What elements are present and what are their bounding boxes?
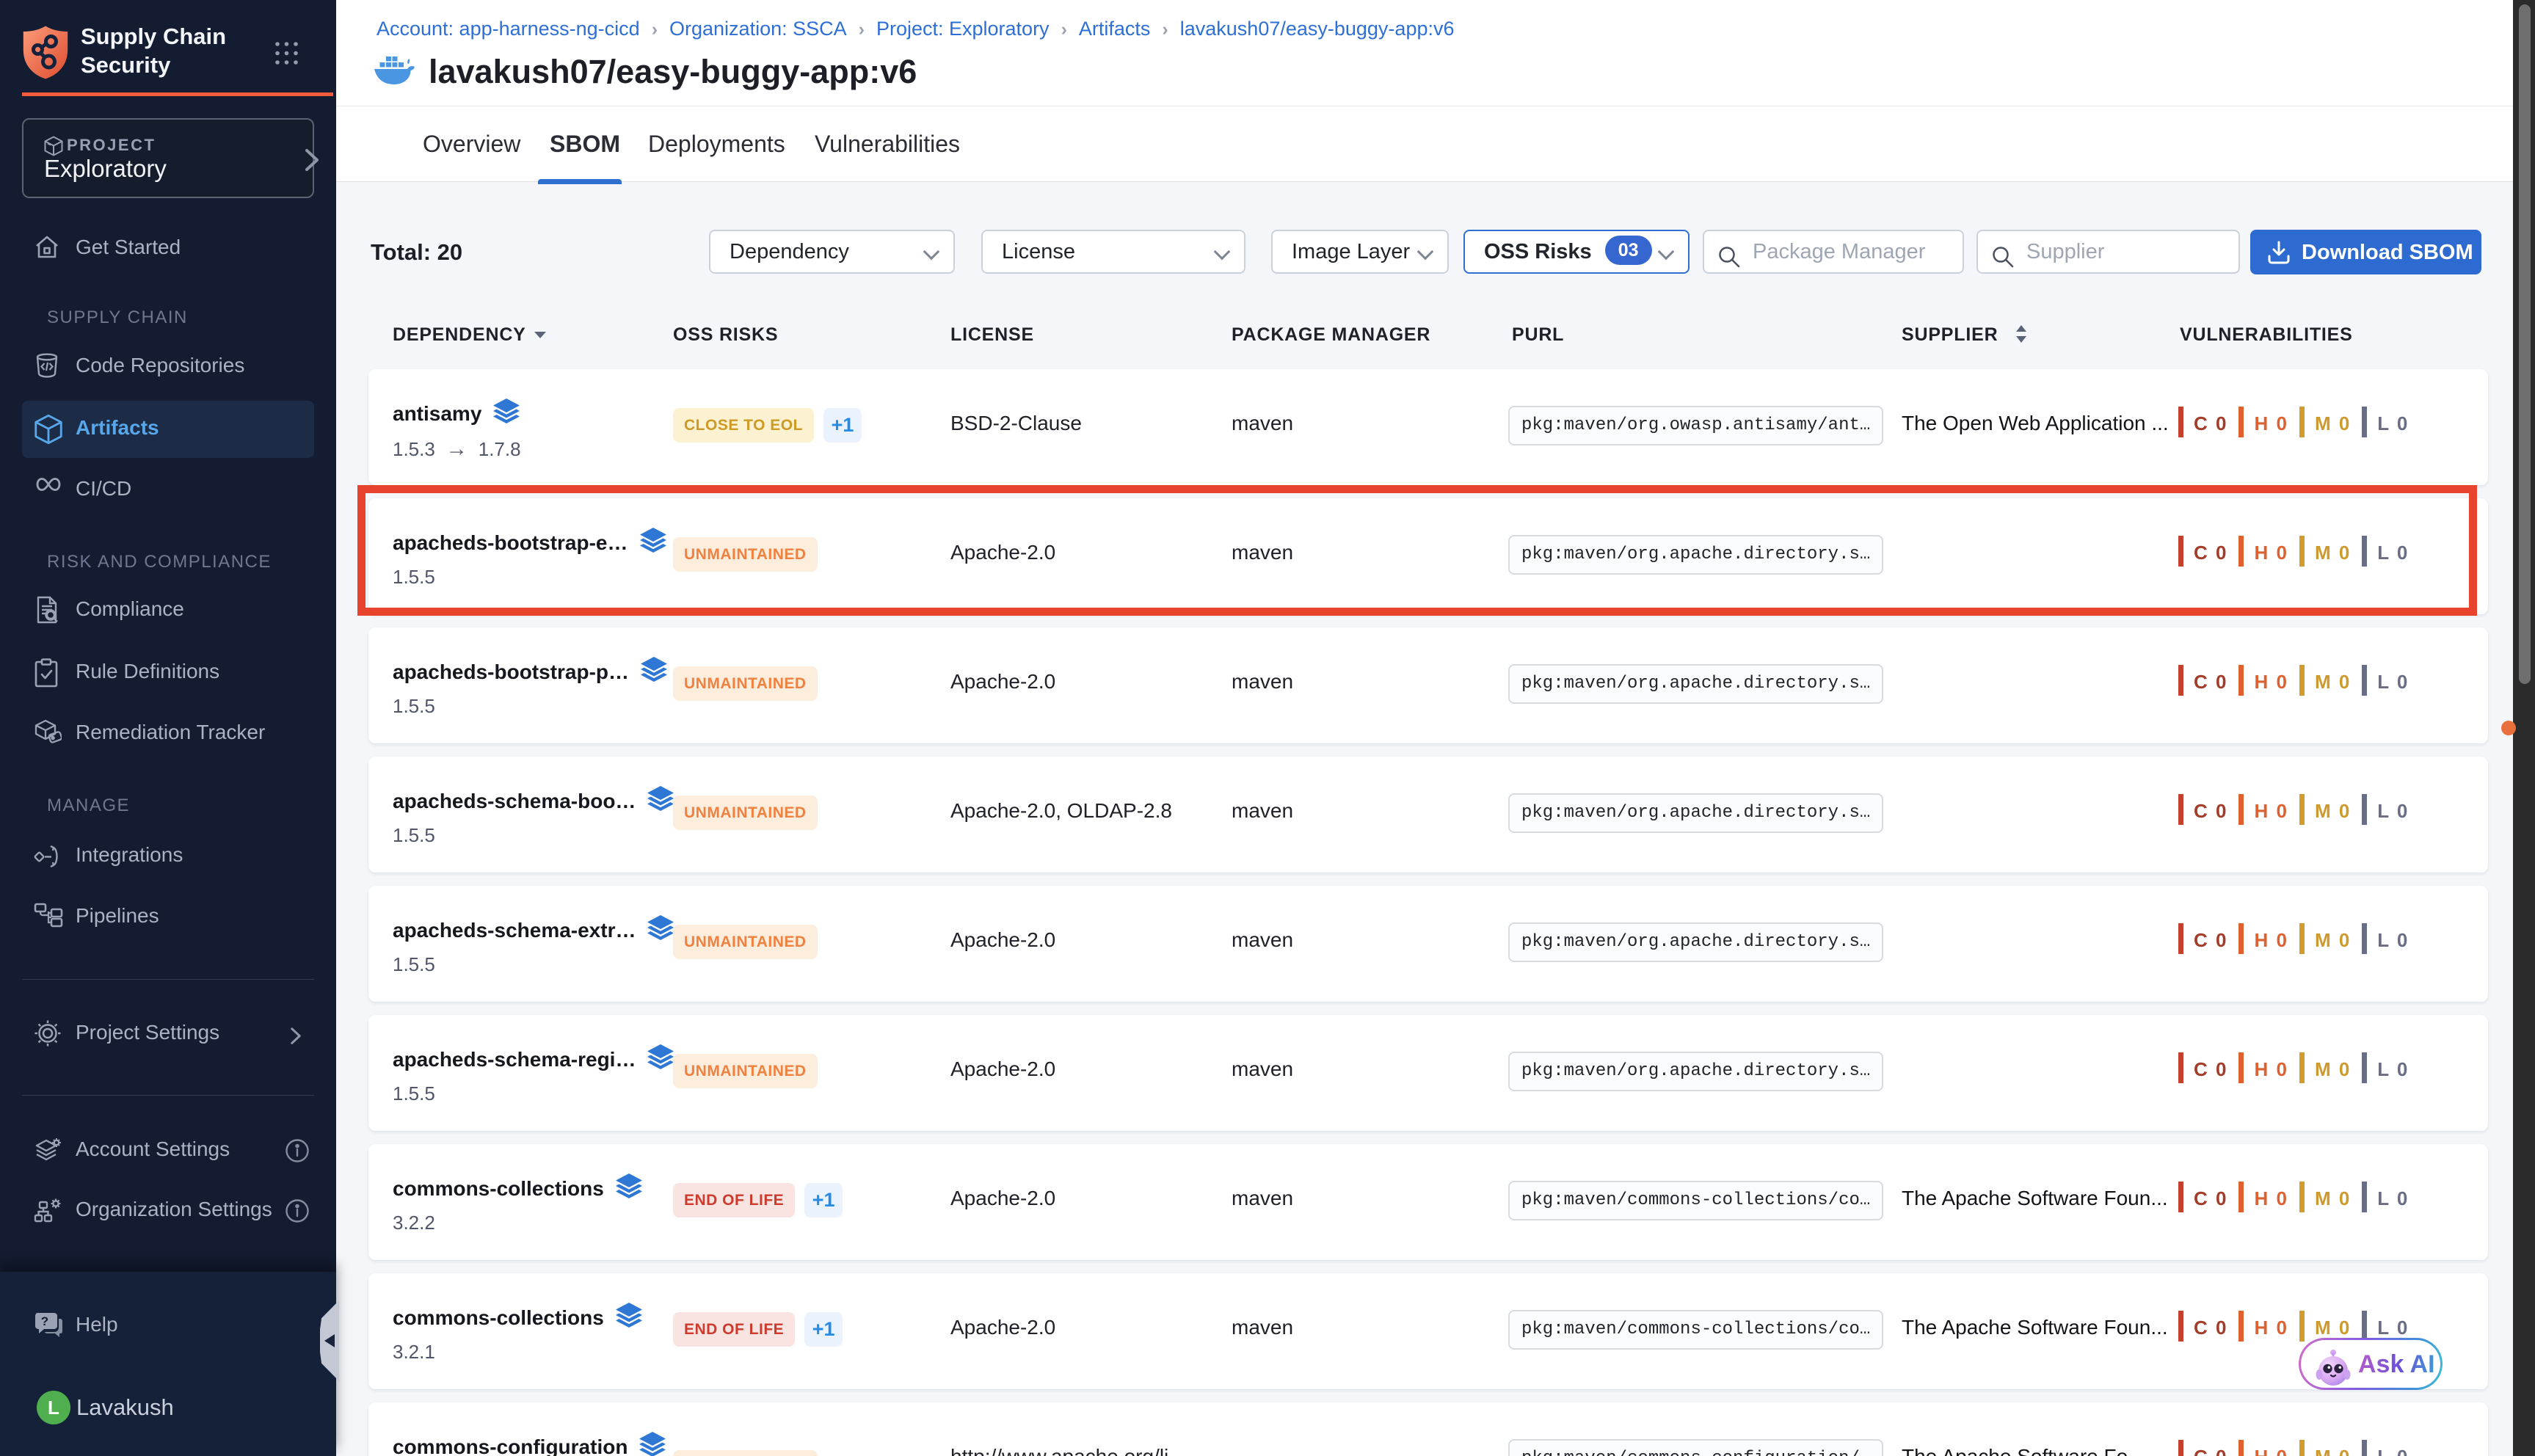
svg-text:?: ? <box>41 1314 48 1328</box>
